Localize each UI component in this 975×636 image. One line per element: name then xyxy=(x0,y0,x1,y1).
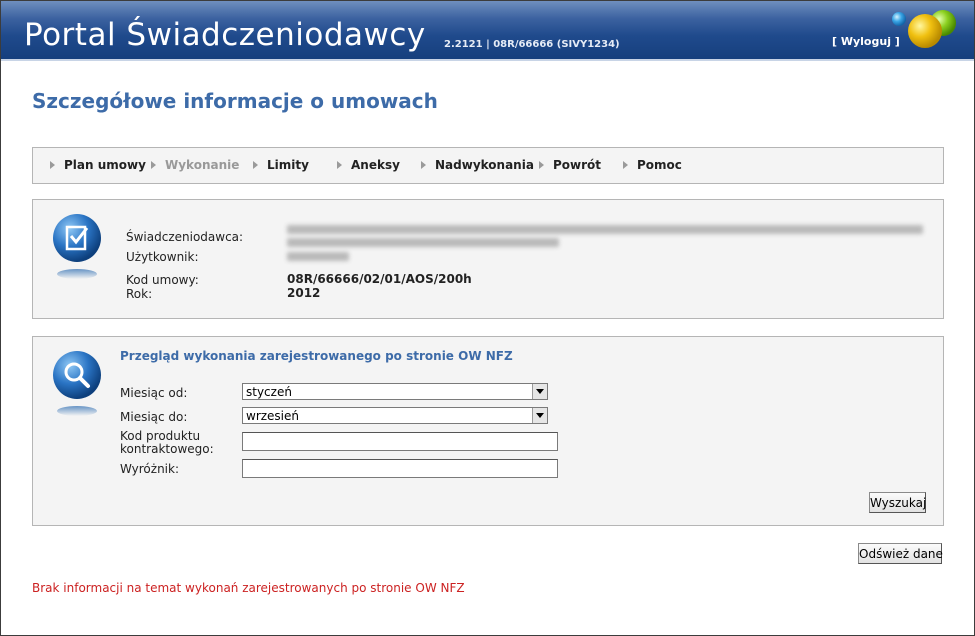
nav-powrot[interactable]: Powrót xyxy=(539,158,601,172)
search-button[interactable]: Wyszukaj xyxy=(869,492,926,513)
month-from-label: Miesiąc od: xyxy=(120,386,188,400)
arrow-right-icon xyxy=(623,160,628,169)
contract-info-panel: Świadczeniodawca: Użytkownik: Kod umowy:… xyxy=(32,199,944,319)
month-to-value: wrzesień xyxy=(246,409,300,423)
refresh-button[interactable]: Odśwież dane xyxy=(858,543,943,564)
app-header: Portal Świadczeniodawcy 2.2121 | 08R/666… xyxy=(1,1,974,61)
arrow-right-icon xyxy=(421,160,426,169)
arrow-right-icon xyxy=(539,160,544,169)
year-value: 2012 xyxy=(287,286,321,300)
distinguisher-input[interactable] xyxy=(242,459,558,478)
nav-plan-umowy[interactable]: Plan umowy xyxy=(50,158,146,172)
arrow-right-icon xyxy=(337,160,342,169)
arrow-right-icon xyxy=(50,160,55,169)
search-panel: Przegląd wykonania zarejestrowanego po s… xyxy=(32,336,944,526)
nav-nadwykonania[interactable]: Nadwykonania xyxy=(421,158,534,172)
provider-value-redacted xyxy=(287,225,923,234)
chevron-down-icon[interactable] xyxy=(532,384,547,399)
nav-pomoc[interactable]: Pomoc xyxy=(623,158,682,172)
document-check-icon xyxy=(53,214,101,279)
product-code-input[interactable] xyxy=(242,432,558,451)
contract-code-label: Kod umowy: xyxy=(126,273,199,287)
distinguisher-label: Wyróżnik: xyxy=(120,462,179,476)
nfz-logo-icon xyxy=(892,10,956,48)
nav-wykonanie: Wykonanie xyxy=(151,158,239,172)
contract-code-value: 08R/66666/02/01/AOS/200h xyxy=(287,272,472,286)
product-code-label-line2: kontraktowego: xyxy=(120,442,214,456)
provider-label: Świadczeniodawca: xyxy=(126,230,244,244)
product-code-label: Kod produktu xyxy=(120,429,201,443)
arrow-right-icon xyxy=(253,160,258,169)
no-data-message: Brak informacji na temat wykonań zarejes… xyxy=(32,581,465,595)
version-info: 2.2121 | 08R/66666 (SIVY1234) xyxy=(444,39,620,50)
page-title: Szczegółowe informacje o umowach xyxy=(32,89,438,113)
contract-nav-bar: Plan umowy Wykonanie Limity Aneksy Nadwy… xyxy=(32,147,944,184)
app-title: Portal Świadczeniodawcy xyxy=(24,17,426,53)
nav-aneksy[interactable]: Aneksy xyxy=(337,158,400,172)
year-label: Rok: xyxy=(126,287,153,301)
arrow-right-icon xyxy=(151,160,156,169)
provider-value-redacted xyxy=(287,238,559,247)
search-heading: Przegląd wykonania zarejestrowanego po s… xyxy=(120,349,513,363)
user-label: Użytkownik: xyxy=(126,250,199,264)
month-to-label: Miesiąc do: xyxy=(120,410,188,424)
user-value-redacted xyxy=(287,252,349,261)
month-to-select[interactable]: wrzesień xyxy=(242,407,548,424)
chevron-down-icon[interactable] xyxy=(532,408,547,423)
nav-limity[interactable]: Limity xyxy=(253,158,309,172)
month-from-select[interactable]: styczeń xyxy=(242,383,548,400)
month-from-value: styczeń xyxy=(246,385,292,399)
browser-page: Portal Świadczeniodawcy 2.2121 | 08R/666… xyxy=(0,0,975,636)
search-icon xyxy=(53,351,101,416)
